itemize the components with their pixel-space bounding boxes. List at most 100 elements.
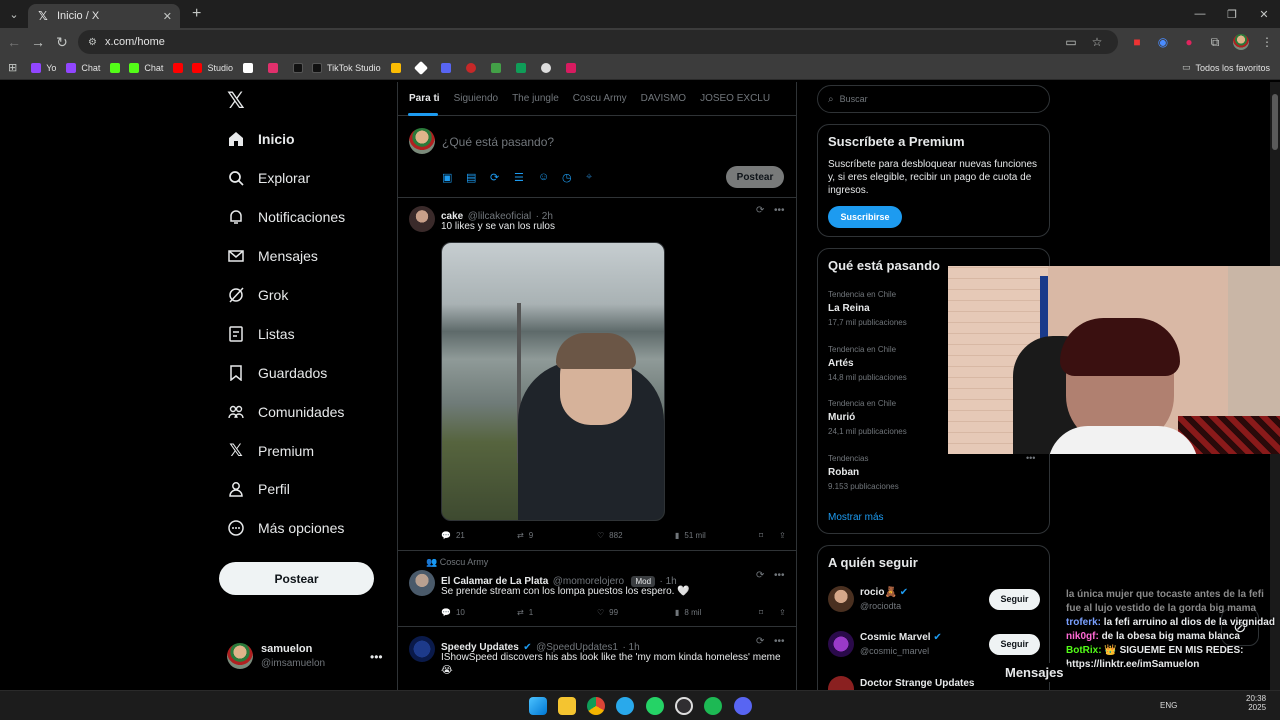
bookmark-sheets-icon[interactable] (515, 62, 531, 73)
poll-icon[interactable]: ☰ (514, 171, 538, 184)
tweet-avatar[interactable] (409, 636, 435, 662)
omnibox[interactable]: ⚙ x.com/home (78, 30, 1118, 54)
tab-joseo[interactable]: JOSEO EXCLU (700, 93, 770, 104)
apps-grid-icon[interactable]: ⊞ (8, 61, 17, 74)
bookmark-tiktok-icon[interactable] (292, 62, 308, 73)
bookmark-diamond-icon[interactable] (413, 60, 431, 75)
search-input[interactable]: ⌕ Buscar (817, 85, 1050, 113)
sidebar-item-mensajes[interactable]: Mensajes (227, 247, 318, 265)
tab-the-jungle[interactable]: The jungle (512, 93, 559, 104)
gif-icon[interactable]: ▤ (466, 171, 490, 184)
trend-item[interactable]: Tendencias Roban 9.153 publicaciones (828, 454, 899, 491)
bookmark-instagram-icon[interactable] (267, 62, 283, 73)
chrome-menu-icon[interactable]: ⋮ (1254, 35, 1280, 49)
composer-post-button[interactable]: Postear (726, 166, 784, 188)
install-app-icon[interactable]: ▭ (1058, 35, 1084, 49)
bookmark-tweet-icon[interactable]: ⌑ (759, 531, 779, 540)
clock[interactable]: 20:38 2025 (1246, 694, 1266, 712)
maximize-icon[interactable]: ❐ (1216, 0, 1248, 28)
telegram-icon[interactable] (616, 697, 634, 715)
tweet[interactable]: cake @lilcakeoficial · 2h ⟳ ••• 10 likes… (398, 197, 796, 551)
sidebar-item-premium[interactable]: 𝕏 Premium (227, 441, 314, 460)
extension-red-icon[interactable]: ■ (1124, 35, 1150, 49)
site-info-icon[interactable]: ⚙ (88, 37, 97, 48)
schedule-icon[interactable]: ◷ (562, 171, 586, 184)
file-explorer-icon[interactable] (558, 697, 576, 715)
bookmark-youtube-icon[interactable] (173, 62, 188, 73)
tweet-more-icon[interactable]: ••• (774, 205, 785, 216)
discord-icon[interactable] (734, 697, 752, 715)
profile-avatar-icon[interactable] (1228, 34, 1254, 50)
sidebar-item-guardados[interactable]: Guardados (227, 364, 327, 382)
like-button[interactable]: ♡ 882 (597, 531, 675, 540)
bookmark-yo[interactable]: Yo (31, 62, 56, 73)
retweet-button[interactable]: ⇄ 9 (517, 531, 597, 540)
minimize-icon[interactable]: — (1184, 0, 1216, 28)
post-button[interactable]: Postear (219, 562, 374, 595)
bookmark-tiktok-studio[interactable]: TikTok Studio (311, 62, 381, 73)
follow-suggestion[interactable]: Cosmic Marvel ✔ @cosmic_marvel Seguir (828, 631, 1040, 657)
url-text[interactable]: x.com/home (105, 36, 165, 48)
close-window-icon[interactable]: ✕ (1248, 0, 1280, 28)
all-favorites[interactable]: ▭ Todos los favoritos (1182, 62, 1270, 73)
windows-start-icon[interactable] (529, 697, 547, 715)
bookmark-drive-icon[interactable] (390, 62, 406, 73)
tab-para-ti[interactable]: Para ti (409, 93, 440, 104)
sidebar-item-perfil[interactable]: Perfil (227, 480, 290, 498)
bookmark-chat-kick[interactable]: Chat (129, 62, 163, 73)
share-icon[interactable]: ⇪ (779, 608, 786, 617)
sidebar-item-inicio[interactable]: Inicio (227, 130, 295, 148)
sidebar-item-listas[interactable]: Listas (227, 325, 295, 343)
spotify-icon[interactable] (704, 697, 722, 715)
tweet-avatar[interactable] (409, 570, 435, 596)
tweet[interactable]: Speedy Updates ✔ @SpeedUpdates1 · 1h ⟳ •… (398, 627, 796, 692)
tweet[interactable]: 👥 Coscu Army El Calamar de La Plata @mom… (398, 551, 796, 627)
browser-tab[interactable]: 𝕏 Inicio / X ✕ (28, 4, 180, 28)
star-icon[interactable]: ☆ (1084, 35, 1110, 49)
trend-item[interactable]: Tendencia en Chile La Reina 17,7 mil publi… (828, 290, 907, 327)
trend-item[interactable]: Tendencia en Chile Artés 14,8 mil publicac… (828, 345, 907, 382)
trend-more-icon[interactable]: ••• (1026, 453, 1035, 463)
share-icon[interactable]: ⇪ (779, 531, 786, 540)
extension-opera-icon[interactable]: ● (1176, 35, 1202, 49)
image-icon[interactable]: ▣ (442, 171, 466, 184)
account-more-icon[interactable]: ••• (370, 650, 383, 664)
language-indicator[interactable]: ENG (1160, 701, 1177, 710)
grok-explain-icon[interactable]: ⟳ (756, 636, 764, 647)
grok-explain-icon[interactable]: ⟳ (756, 570, 764, 581)
whatsapp-icon[interactable] (646, 697, 664, 715)
messages-drawer[interactable]: Mensajes (990, 655, 1230, 689)
close-tab-icon[interactable]: ✕ (163, 10, 172, 23)
tweet-more-icon[interactable]: ••• (774, 636, 785, 647)
trend-item[interactable]: Tendencia en Chile Murió 24,1 mil publicac… (828, 399, 907, 436)
bookmark-chat-twitch[interactable]: Chat (66, 62, 100, 73)
reply-button[interactable]: 💬 10 (441, 608, 517, 617)
composer-input[interactable]: ¿Qué está pasando? (442, 135, 554, 149)
sidebar-item-explorar[interactable]: Explorar (227, 169, 310, 187)
follow-button[interactable]: Seguir (989, 633, 1040, 655)
tab-coscu-army[interactable]: Coscu Army (573, 93, 627, 104)
show-more-link[interactable]: Mostrar más (828, 512, 884, 523)
tab-siguiendo[interactable]: Siguiendo (454, 93, 498, 104)
extension-blue-icon[interactable]: ◉ (1150, 35, 1176, 49)
follow-button[interactable]: Seguir (989, 588, 1040, 610)
emoji-icon[interactable]: ☺ (538, 171, 562, 184)
follow-suggestion[interactable]: rocio🧸 ✔ @rociodta Seguir (828, 586, 1040, 612)
bookmark-ball-icon[interactable] (540, 62, 556, 73)
forward-icon[interactable]: → (26, 34, 50, 50)
extensions-puzzle-icon[interactable]: ⧉ (1202, 35, 1228, 50)
x-logo-icon[interactable]: 𝕏 (227, 88, 245, 114)
bookmark-pink-icon[interactable] (565, 62, 581, 73)
reply-button[interactable]: 💬 21 (441, 531, 517, 540)
tab-davismo[interactable]: DAVISMO (641, 93, 686, 104)
like-button[interactable]: ♡ 99 (597, 608, 675, 617)
scrollbar-thumb[interactable] (1272, 94, 1278, 150)
tab-search-icon[interactable]: ⌄ (0, 0, 28, 28)
account-switcher[interactable]: samuelon @imsamuelon (227, 643, 325, 669)
chrome-icon[interactable] (587, 697, 605, 715)
new-tab-icon[interactable]: + (192, 5, 201, 23)
back-icon[interactable]: ← (2, 34, 26, 50)
bookmark-tweet-icon[interactable]: ⌑ (759, 608, 779, 617)
tweet-image[interactable] (441, 242, 665, 521)
tweet-avatar[interactable] (409, 206, 435, 232)
